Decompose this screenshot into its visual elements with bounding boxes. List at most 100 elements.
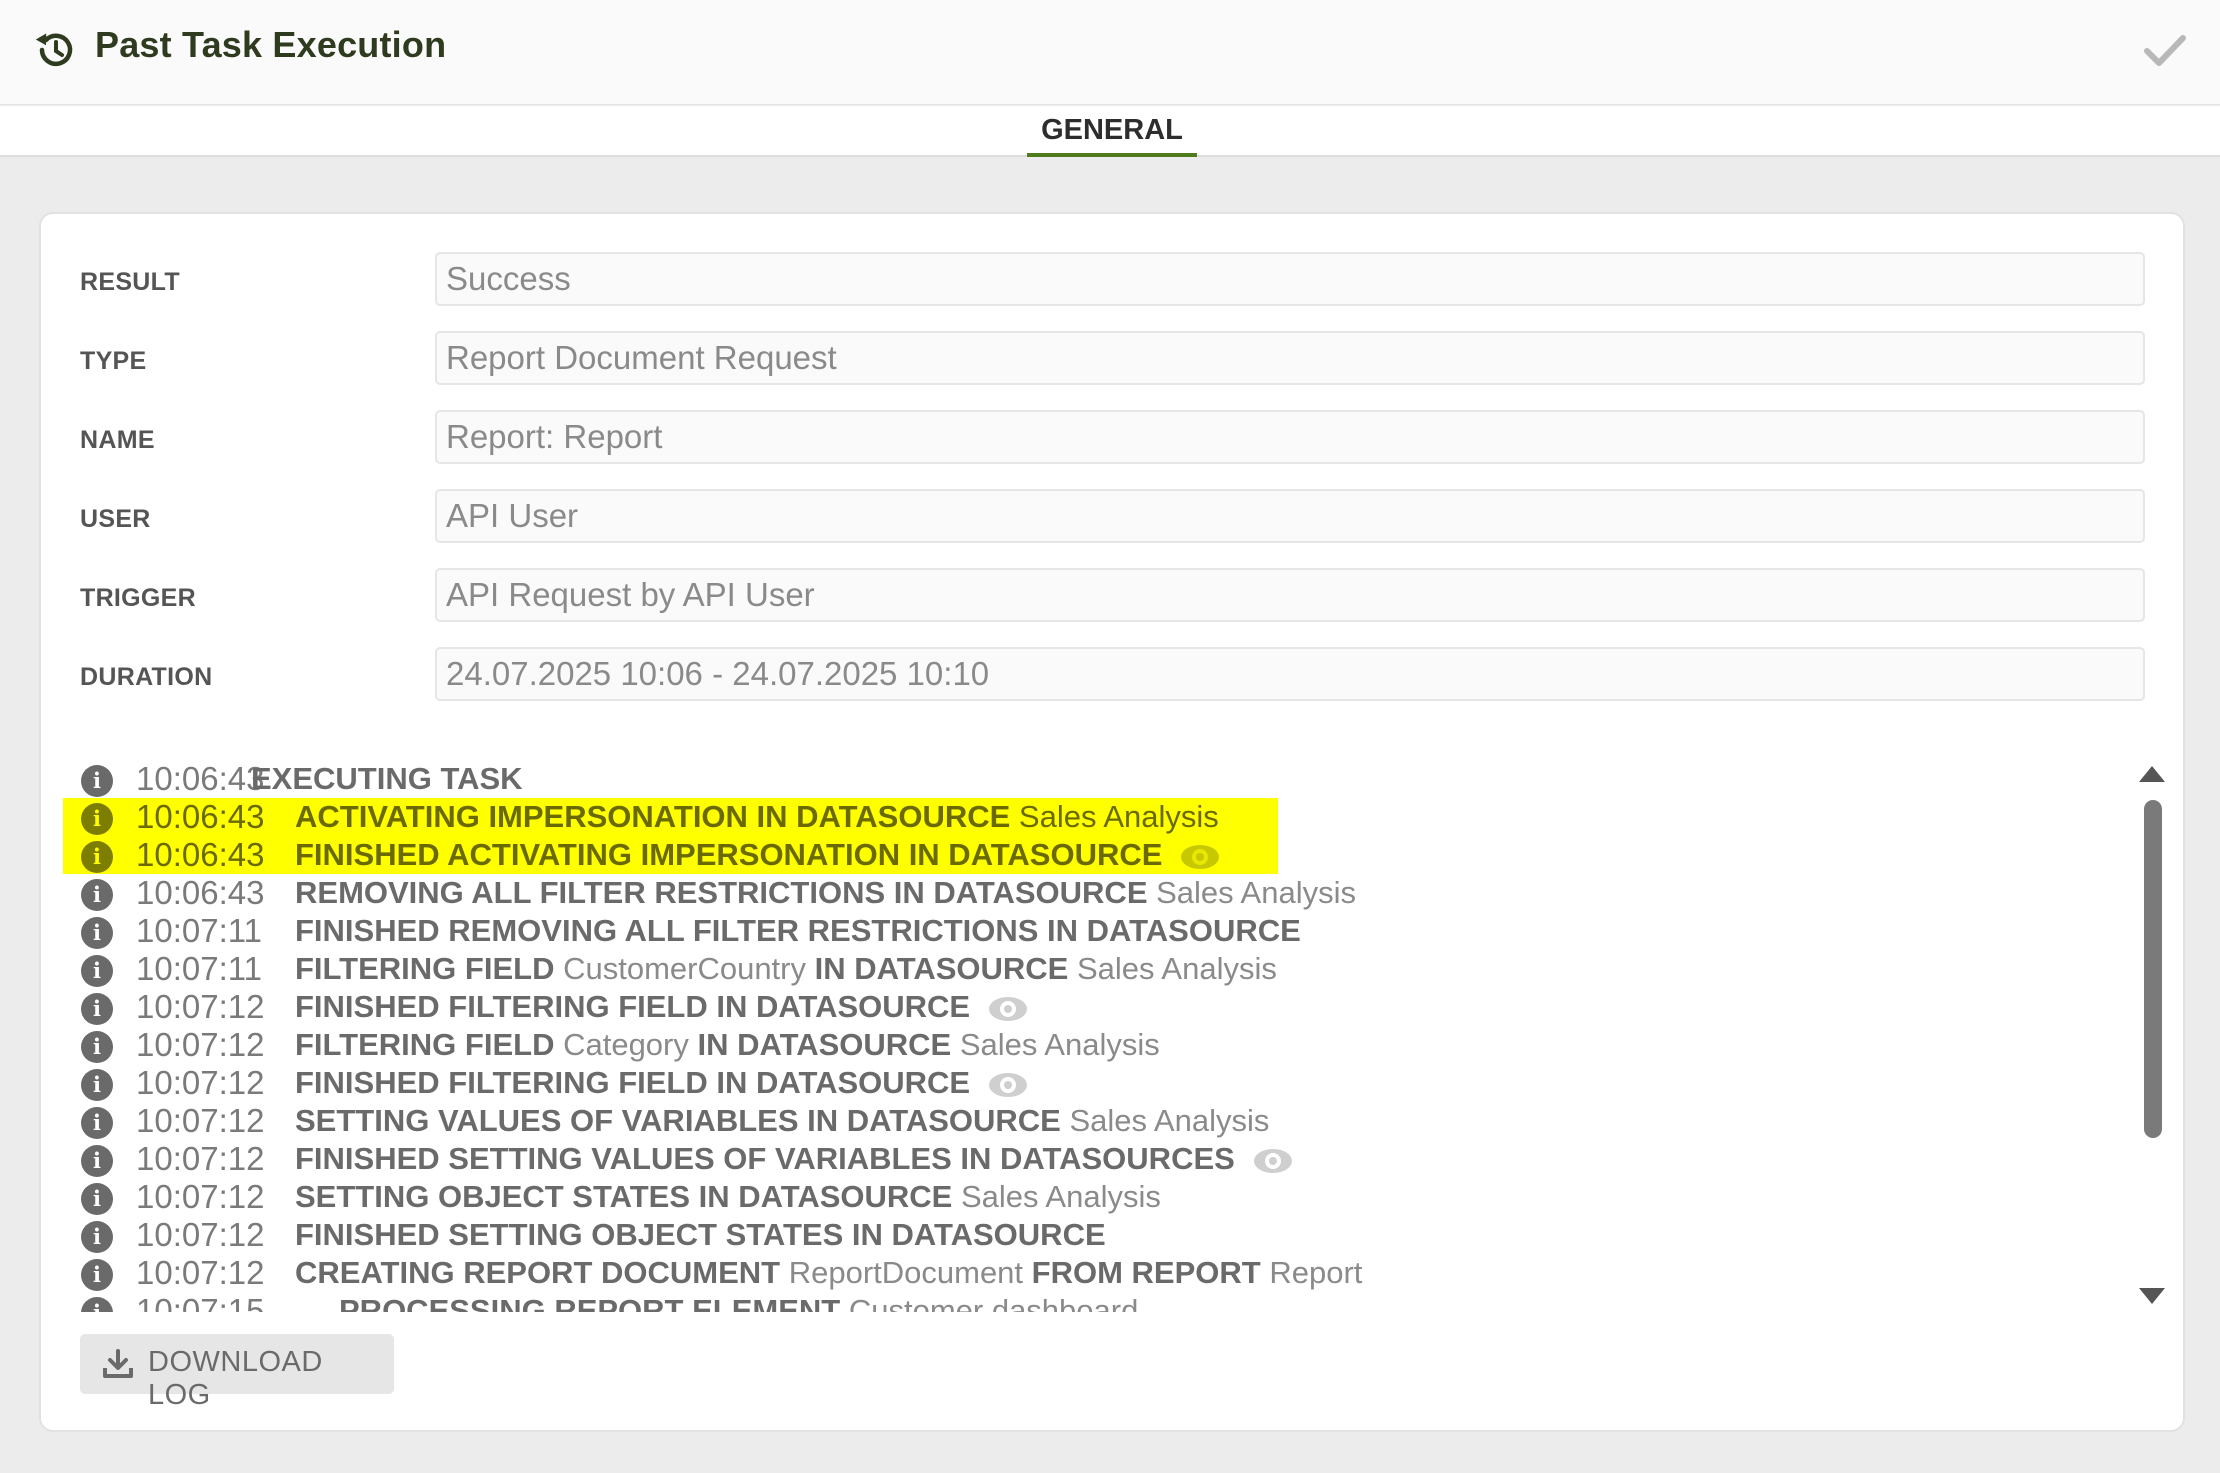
log-timestamp: 10:06:43 bbox=[136, 836, 265, 873]
log-keyword: SETTING OBJECT STATES IN DATASOURCE bbox=[295, 1179, 953, 1214]
log-message: PROCESSING REPORT ELEMENT Customer dashb… bbox=[339, 1292, 1138, 1312]
info-icon: i bbox=[81, 1145, 113, 1177]
view-details-eye-icon[interactable] bbox=[1180, 843, 1220, 871]
log-timestamp: 10:07:15 bbox=[136, 1292, 265, 1312]
trigger-field: TRIGGER API Request by API User bbox=[41, 568, 2187, 624]
view-details-eye-icon[interactable] bbox=[1253, 1147, 1293, 1175]
log-entry: i 10:06:43 ACTIVATING IMPERSONATION IN DAT… bbox=[63, 798, 2113, 836]
dialog-header: Past Task Execution bbox=[0, 0, 2220, 105]
log-entry: i 10:07:15 PROCESSING REPORT ELEMENT Custo… bbox=[63, 1292, 2113, 1312]
log-entry: i 10:07:12 FINISHED FILTERING FIELD IN DAT… bbox=[63, 1064, 2113, 1102]
scroll-up-arrow-icon[interactable] bbox=[2139, 766, 2165, 782]
log-message: ACTIVATING IMPERSONATION IN DATASOURCE S… bbox=[295, 798, 1219, 836]
info-icon: i bbox=[81, 993, 113, 1025]
log-entry: i 10:06:43 REMOVING ALL FILTER RESTRICTION… bbox=[63, 874, 2113, 912]
log-timestamp: 10:06:43 bbox=[136, 874, 265, 911]
log-entry: i 10:07:12 FINISHED SETTING VALUES OF VARI… bbox=[63, 1140, 2113, 1178]
log-keyword: FINISHED FILTERING FIELD IN DATASOURCE bbox=[295, 1065, 971, 1100]
log-entry: i 10:07:11 FILTERING FIELD CustomerCountry… bbox=[63, 950, 2113, 988]
user-field: USER API User bbox=[41, 489, 2187, 545]
field-label: DURATION bbox=[80, 663, 213, 691]
field-label: USER bbox=[80, 505, 151, 533]
log-timestamp: 10:07:12 bbox=[136, 988, 265, 1025]
info-icon: i bbox=[81, 841, 113, 873]
scrollbar-thumb[interactable] bbox=[2144, 800, 2162, 1138]
log-keyword: PROCESSING REPORT ELEMENT bbox=[339, 1293, 841, 1312]
info-icon: i bbox=[81, 955, 113, 987]
log-message: FINISHED ACTIVATING IMPERSONATION IN DAT… bbox=[295, 836, 1220, 874]
log-entry: i 10:07:12 CREATING REPORT DOCUMENT Report… bbox=[63, 1254, 2113, 1292]
log-timestamp: 10:07:12 bbox=[136, 1254, 265, 1291]
download-log-button[interactable]: DOWNLOAD LOG bbox=[80, 1334, 394, 1411]
log-entry: i 10:06:43 EXECUTING TASK bbox=[63, 760, 2113, 798]
log-timestamp: 10:07:12 bbox=[136, 1026, 265, 1063]
log-argument: Sales Analysis bbox=[1068, 951, 1277, 986]
log-keyword: IN DATASOURCE bbox=[806, 951, 1069, 986]
tab-general[interactable]: GENERAL bbox=[1027, 106, 1197, 157]
log-keyword: IN DATASOURCE bbox=[688, 1027, 952, 1062]
log-keyword: EXECUTING TASK bbox=[251, 761, 523, 796]
history-icon bbox=[35, 33, 73, 67]
log-keyword: FROM REPORT bbox=[1023, 1255, 1261, 1290]
log-entry: i 10:06:43 FINISHED ACTIVATING IMPERSONATI… bbox=[63, 836, 2113, 874]
user-value[interactable]: API User bbox=[435, 489, 2145, 543]
log-message: SETTING OBJECT STATES IN DATASOURCE Sale… bbox=[295, 1178, 1161, 1216]
download-log-label: DOWNLOAD LOG bbox=[148, 1346, 323, 1411]
log-entry: i 10:07:12 FILTERING FIELD Category IN DAT… bbox=[63, 1026, 2113, 1064]
log-argument: Sales Analysis bbox=[1147, 875, 1356, 910]
name-field: NAME Report: Report bbox=[41, 410, 2187, 466]
result-field: RESULT Success bbox=[41, 252, 2187, 308]
page-title: Past Task Execution bbox=[95, 24, 447, 65]
field-label: TYPE bbox=[80, 347, 147, 375]
scroll-down-arrow-icon[interactable] bbox=[2139, 1288, 2165, 1304]
type-value[interactable]: Report Document Request bbox=[435, 331, 2145, 385]
log-argument: Category bbox=[554, 1027, 689, 1062]
log-message: FINISHED REMOVING ALL FILTER RESTRICTION… bbox=[295, 912, 1301, 950]
log-timestamp: 10:07:12 bbox=[136, 1064, 265, 1101]
log-message: FINISHED FILTERING FIELD IN DATASOURCE bbox=[295, 1064, 1028, 1102]
info-icon: i bbox=[81, 879, 113, 911]
log-timestamp: 10:07:12 bbox=[136, 1178, 265, 1215]
log-keyword: FINISHED SETTING VALUES OF VARIABLES IN … bbox=[295, 1141, 1235, 1176]
log-keyword: FINISHED ACTIVATING IMPERSONATION IN DAT… bbox=[295, 837, 1163, 872]
log-timestamp: 10:06:43 bbox=[136, 760, 265, 797]
checkmark-icon[interactable] bbox=[2142, 30, 2188, 70]
log-keyword: FILTERING FIELD bbox=[295, 951, 555, 986]
log-entry: i 10:07:12 FINISHED SETTING OBJECT STATES … bbox=[63, 1216, 2113, 1254]
field-label: RESULT bbox=[80, 268, 180, 296]
execution-log[interactable]: i 10:06:43 EXECUTING TASK i 10:06:43 ACTIVATI… bbox=[63, 760, 2153, 1312]
log-keyword: CREATING REPORT DOCUMENT bbox=[295, 1255, 781, 1290]
log-argument: CustomerCountry bbox=[554, 951, 806, 986]
log-timestamp: 10:07:12 bbox=[136, 1216, 265, 1253]
info-icon: i bbox=[81, 1221, 113, 1253]
log-keyword: FINISHED FILTERING FIELD IN DATASOURCE bbox=[295, 989, 971, 1024]
log-message: FINISHED SETTING OBJECT STATES IN DATASO… bbox=[295, 1216, 1106, 1254]
log-keyword: SETTING VALUES OF VARIABLES IN DATASOURC… bbox=[295, 1103, 1061, 1138]
view-details-eye-icon[interactable] bbox=[988, 995, 1028, 1023]
info-icon: i bbox=[81, 803, 113, 835]
info-icon: i bbox=[81, 765, 113, 797]
log-message: SETTING VALUES OF VARIABLES IN DATASOURC… bbox=[295, 1102, 1269, 1140]
log-message: FILTERING FIELD Category IN DATASOURCE S… bbox=[295, 1026, 1160, 1064]
info-icon: i bbox=[81, 1107, 113, 1139]
log-timestamp: 10:07:11 bbox=[136, 912, 263, 949]
log-entry: i 10:07:12 SETTING OBJECT STATES IN DATASO… bbox=[63, 1178, 2113, 1216]
duration-value[interactable]: 24.07.2025 10:06 - 24.07.2025 10:10 bbox=[435, 647, 2145, 701]
log-message: REMOVING ALL FILTER RESTRICTIONS IN DATA… bbox=[295, 874, 1356, 912]
log-keyword: ACTIVATING IMPERSONATION IN DATASOURCE bbox=[295, 799, 1011, 834]
info-icon: i bbox=[81, 1259, 113, 1291]
log-argument: Customer dashboard bbox=[840, 1293, 1139, 1312]
result-value[interactable]: Success bbox=[435, 252, 2145, 306]
log-entry: i 10:07:11 FINISHED REMOVING ALL FILTER RE… bbox=[63, 912, 2113, 950]
log-keyword: FINISHED SETTING OBJECT STATES IN DATASO… bbox=[295, 1217, 1106, 1252]
log-argument: ReportDocument bbox=[780, 1255, 1024, 1290]
trigger-value[interactable]: API Request by API User bbox=[435, 568, 2145, 622]
log-scrollbar[interactable] bbox=[2136, 760, 2168, 1312]
log-keyword: REMOVING ALL FILTER RESTRICTIONS IN DATA… bbox=[295, 875, 1148, 910]
log-message: FINISHED FILTERING FIELD IN DATASOURCE bbox=[295, 988, 1028, 1026]
view-details-eye-icon[interactable] bbox=[988, 1071, 1028, 1099]
log-keyword: FILTERING FIELD bbox=[295, 1027, 555, 1062]
details-card: RESULT Success TYPE Report Document Requ… bbox=[39, 212, 2185, 1432]
info-icon: i bbox=[81, 1069, 113, 1101]
name-value[interactable]: Report: Report bbox=[435, 410, 2145, 464]
